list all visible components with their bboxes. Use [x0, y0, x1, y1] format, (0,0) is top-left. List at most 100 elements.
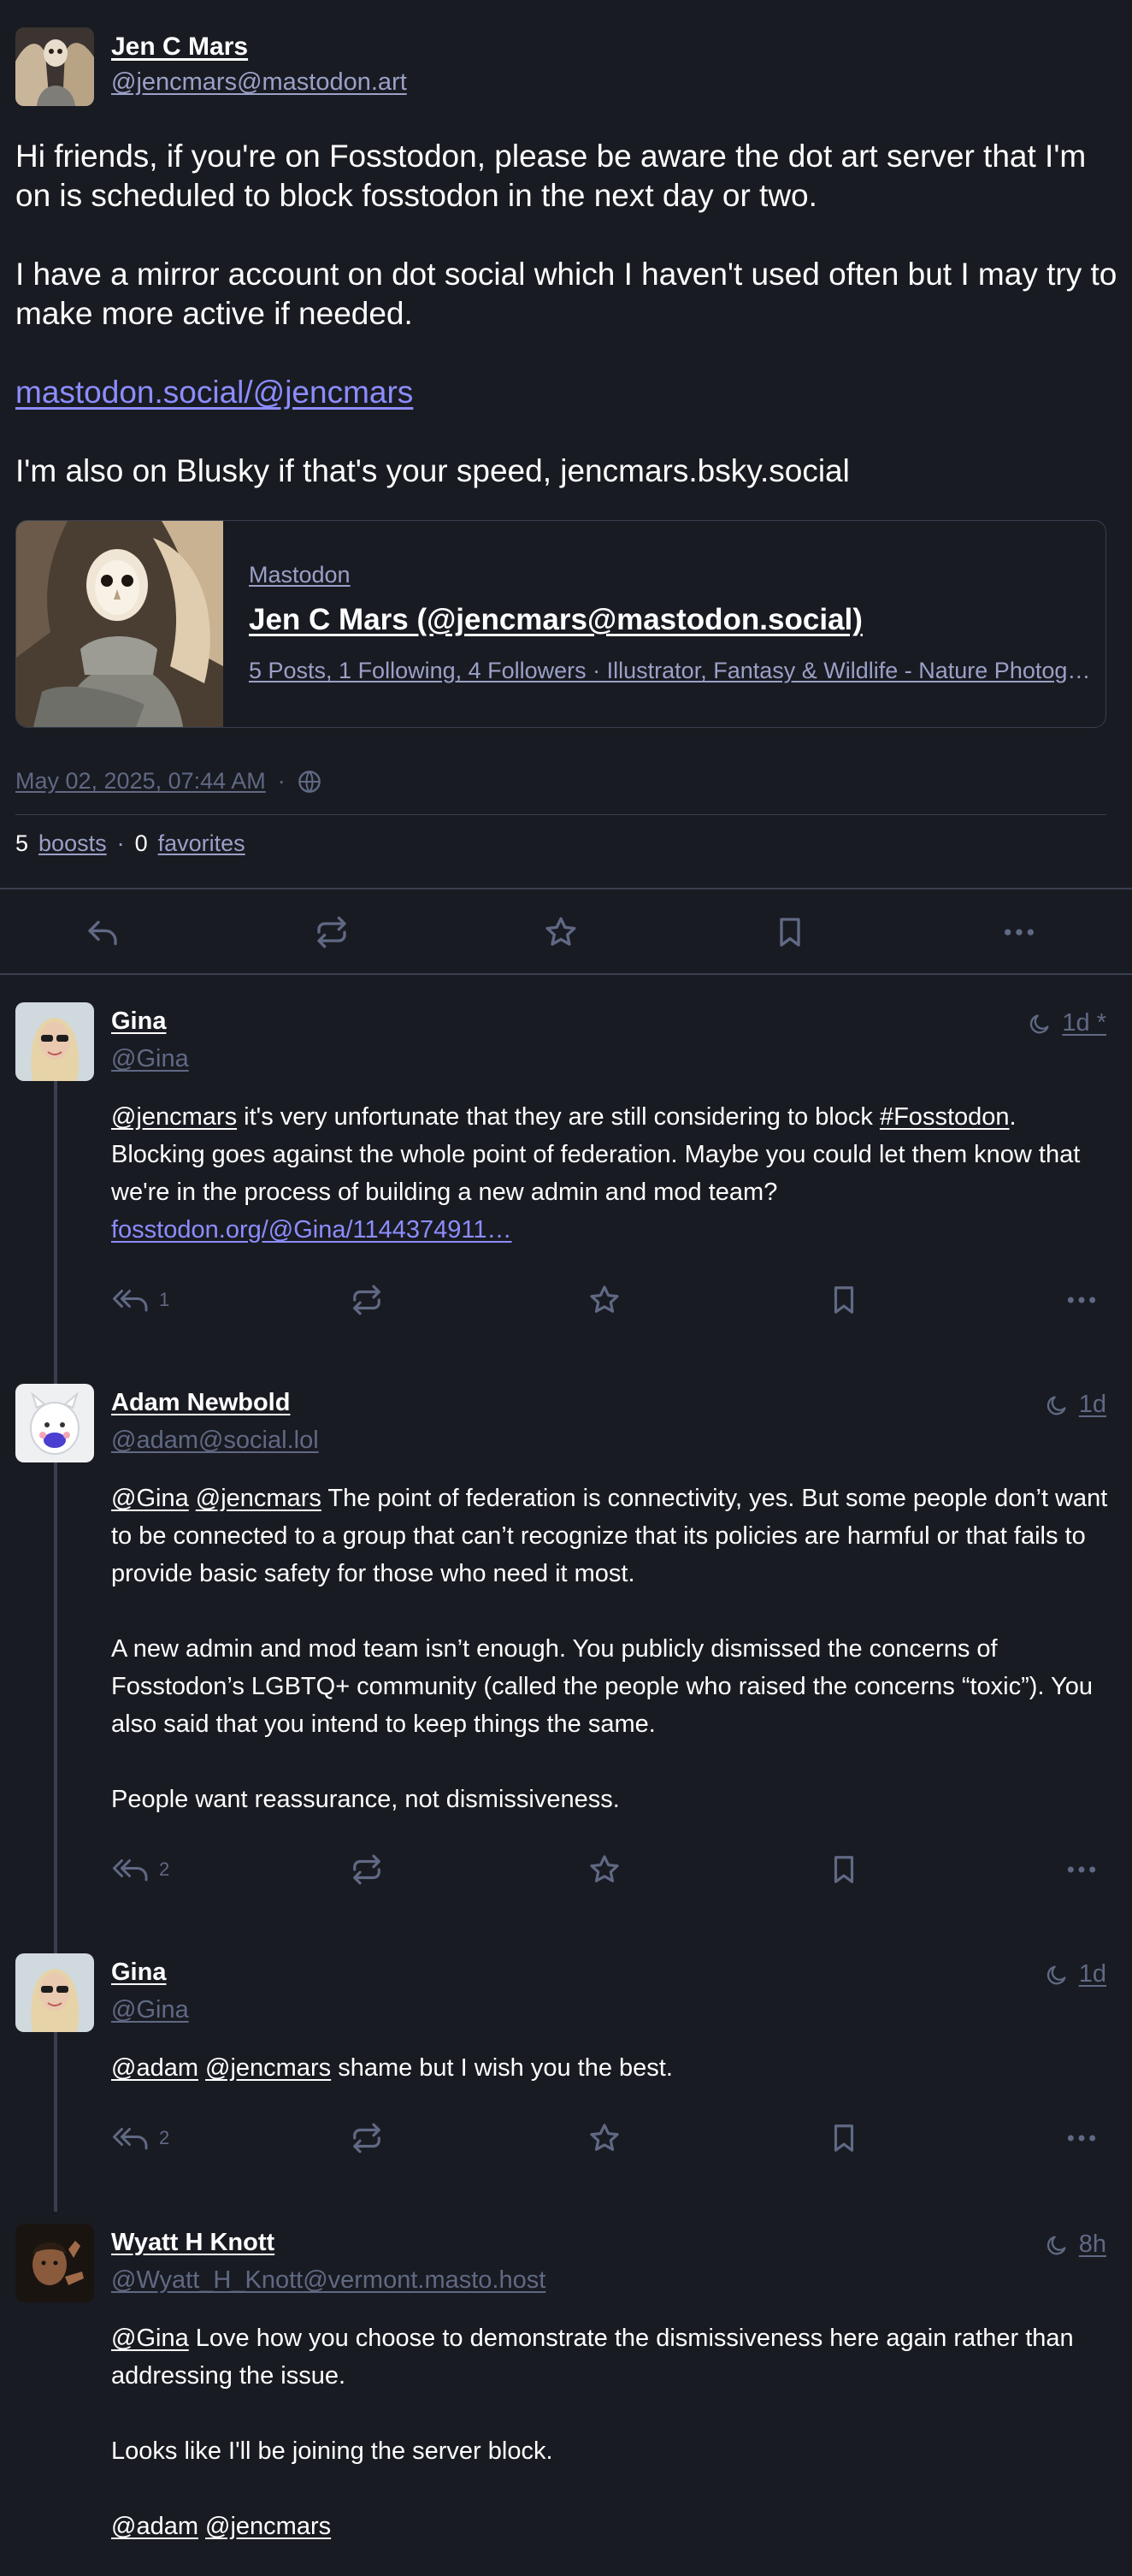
mention-link[interactable]: @jencmars — [196, 1485, 321, 1512]
moon-icon — [1045, 1393, 1069, 1417]
card-description[interactable]: 5 Posts, 1 Following, 4 Followers · Illu… — [249, 658, 1091, 684]
author-handle[interactable]: @Wyatt_H_Knott@vermont.masto.host — [111, 2266, 545, 2295]
author-name[interactable]: Wyatt H Knott — [111, 2229, 274, 2257]
status-paragraph: A new admin and mod team isn’t enough. Y… — [111, 1635, 1093, 1738]
main-status: Jen C Mars @jencmars@mastodon.art Hi fri… — [0, 0, 1132, 889]
boost-icon — [351, 1284, 383, 1316]
avatar[interactable] — [15, 1002, 94, 1081]
reply-count: 2 — [159, 1858, 170, 1880]
boost-button[interactable] — [351, 2121, 383, 2155]
mention-link[interactable]: @jencmars — [205, 2054, 331, 2082]
card-provider[interactable]: Mastodon — [249, 562, 351, 588]
status-time[interactable]: 8h — [1045, 2230, 1106, 2259]
author-name[interactable]: Gina — [111, 1959, 166, 1987]
globe-icon — [298, 770, 321, 794]
mention-link[interactable]: @jencmars — [205, 2513, 331, 2540]
status-paragraph: Looks like I'll be joining the server bl… — [111, 2437, 553, 2465]
avatar[interactable] — [15, 1384, 94, 1462]
more-icon — [1002, 915, 1036, 949]
more-icon — [1065, 1853, 1098, 1886]
more-button[interactable] — [1065, 1852, 1098, 1887]
status-content: @jencmars it's very unfortunate that the… — [111, 1098, 1111, 1249]
reply-status: Gina @Gina 1d * @jencmars it's very unfo… — [0, 1002, 1132, 1344]
mention-link[interactable]: @jencmars — [111, 1103, 237, 1131]
status-paragraph: Hi friends, if you're on Fosstodon, plea… — [15, 139, 1087, 213]
relative-time[interactable]: 8h — [1079, 2230, 1106, 2259]
avatar[interactable] — [15, 1953, 94, 2032]
boosts-link[interactable]: boosts — [38, 830, 107, 857]
more-button[interactable] — [1065, 2121, 1098, 2155]
avatar[interactable] — [15, 27, 94, 106]
favorites-link[interactable]: favorites — [158, 830, 245, 857]
reply-button[interactable]: 2 — [111, 2121, 169, 2155]
status-time[interactable]: 1d — [1045, 1960, 1106, 1988]
status-counts: 5 boosts · 0 favorites — [15, 830, 245, 857]
mention-link[interactable]: @Gina — [111, 2325, 189, 2352]
author-handle[interactable]: @adam@social.lol — [111, 1427, 319, 1455]
status-date[interactable]: May 02, 2025, 07:44 AM — [15, 768, 266, 795]
more-icon — [1065, 1284, 1098, 1316]
reply-count: 1 — [159, 1289, 170, 1310]
bookmark-button[interactable] — [773, 915, 807, 949]
bookmark-icon — [773, 915, 807, 949]
more-button[interactable] — [1002, 915, 1036, 949]
mention-link[interactable]: @adam — [111, 2054, 198, 2082]
status-content: @Gina @jencmars The point of federation … — [111, 1480, 1111, 1818]
link-preview-card[interactable]: Mastodon Jen C Mars (@jencmars@mastodon.… — [15, 520, 1106, 728]
status-paragraph: I'm also on Blusky if that's your speed,… — [15, 453, 850, 488]
reply-button[interactable]: 1 — [111, 1283, 169, 1317]
separator: · — [116, 830, 125, 856]
more-icon — [1065, 2122, 1098, 2154]
boost-icon — [351, 2122, 383, 2154]
favorite-button[interactable] — [544, 915, 578, 949]
reply-button[interactable]: 2 — [111, 1852, 169, 1887]
author-name[interactable]: Gina — [111, 1007, 166, 1036]
status-action-bar — [0, 889, 1132, 975]
boost-button[interactable] — [351, 1852, 383, 1887]
divider — [15, 814, 1106, 815]
favorite-button[interactable] — [588, 1852, 621, 1887]
author-handle[interactable]: @jencmars@mastodon.art — [111, 68, 407, 97]
profile-link[interactable]: mastodon.social/@jencmars — [15, 375, 413, 410]
status-time[interactable]: 1d — [1045, 1391, 1106, 1419]
bookmark-button[interactable] — [828, 1283, 860, 1317]
author-name[interactable]: Jen C Mars — [111, 32, 248, 62]
bookmark-icon — [828, 2122, 860, 2154]
avatar[interactable] — [15, 2224, 94, 2302]
author-handle[interactable]: @Gina — [111, 1045, 189, 1073]
relative-time[interactable]: 1d * — [1062, 1009, 1106, 1037]
bookmark-button[interactable] — [828, 1852, 860, 1887]
boost-button[interactable] — [351, 1283, 383, 1317]
card-title[interactable]: Jen C Mars (@jencmars@mastodon.social) — [249, 603, 863, 637]
favorite-button[interactable] — [588, 2121, 621, 2155]
moon-icon — [1028, 1012, 1052, 1036]
status-text: shame but I wish you the best. — [331, 2054, 673, 2082]
author-handle[interactable]: @Gina — [111, 1996, 189, 2024]
hashtag-link[interactable]: #Fosstodon — [880, 1103, 1010, 1131]
favorite-button[interactable] — [588, 1283, 621, 1317]
boosts-count: 5 — [15, 830, 29, 856]
mention-link[interactable]: @Gina — [111, 1485, 189, 1512]
star-icon — [588, 2122, 621, 2154]
external-link[interactable]: fosstodon.org/@Gina/1144374911… — [111, 1216, 512, 1244]
reply-status: Adam Newbold @adam@social.lol 1d @Gina @… — [0, 1384, 1132, 1914]
boost-button[interactable] — [315, 915, 349, 949]
status-time[interactable]: 1d * — [1028, 1009, 1106, 1037]
reply-all-icon — [111, 2123, 150, 2154]
reply-all-icon — [111, 1854, 150, 1885]
relative-time[interactable]: 1d — [1079, 1960, 1106, 1988]
author-name[interactable]: Adam Newbold — [111, 1389, 290, 1417]
reply-button[interactable] — [85, 915, 120, 949]
boost-icon — [351, 1853, 383, 1886]
status-content: @adam @jencmars shame but I wish you the… — [111, 2049, 1111, 2087]
reply-status: Wyatt H Knott @Wyatt_H_Knott@vermont.mas… — [0, 2224, 1132, 2576]
mention-link[interactable]: @adam — [111, 2513, 198, 2540]
relative-time[interactable]: 1d — [1079, 1391, 1106, 1419]
status-content: Hi friends, if you're on Fosstodon, plea… — [15, 137, 1118, 491]
more-button[interactable] — [1065, 1283, 1098, 1317]
status-meta: May 02, 2025, 07:44 AM · — [15, 768, 321, 795]
status-text: Love how you choose to demonstrate the d… — [111, 2325, 1074, 2390]
moon-icon — [1045, 1963, 1069, 1987]
bookmark-button[interactable] — [828, 2121, 860, 2155]
reply-status: Gina @Gina 1d @adam @jencmars shame but … — [0, 1953, 1132, 2184]
